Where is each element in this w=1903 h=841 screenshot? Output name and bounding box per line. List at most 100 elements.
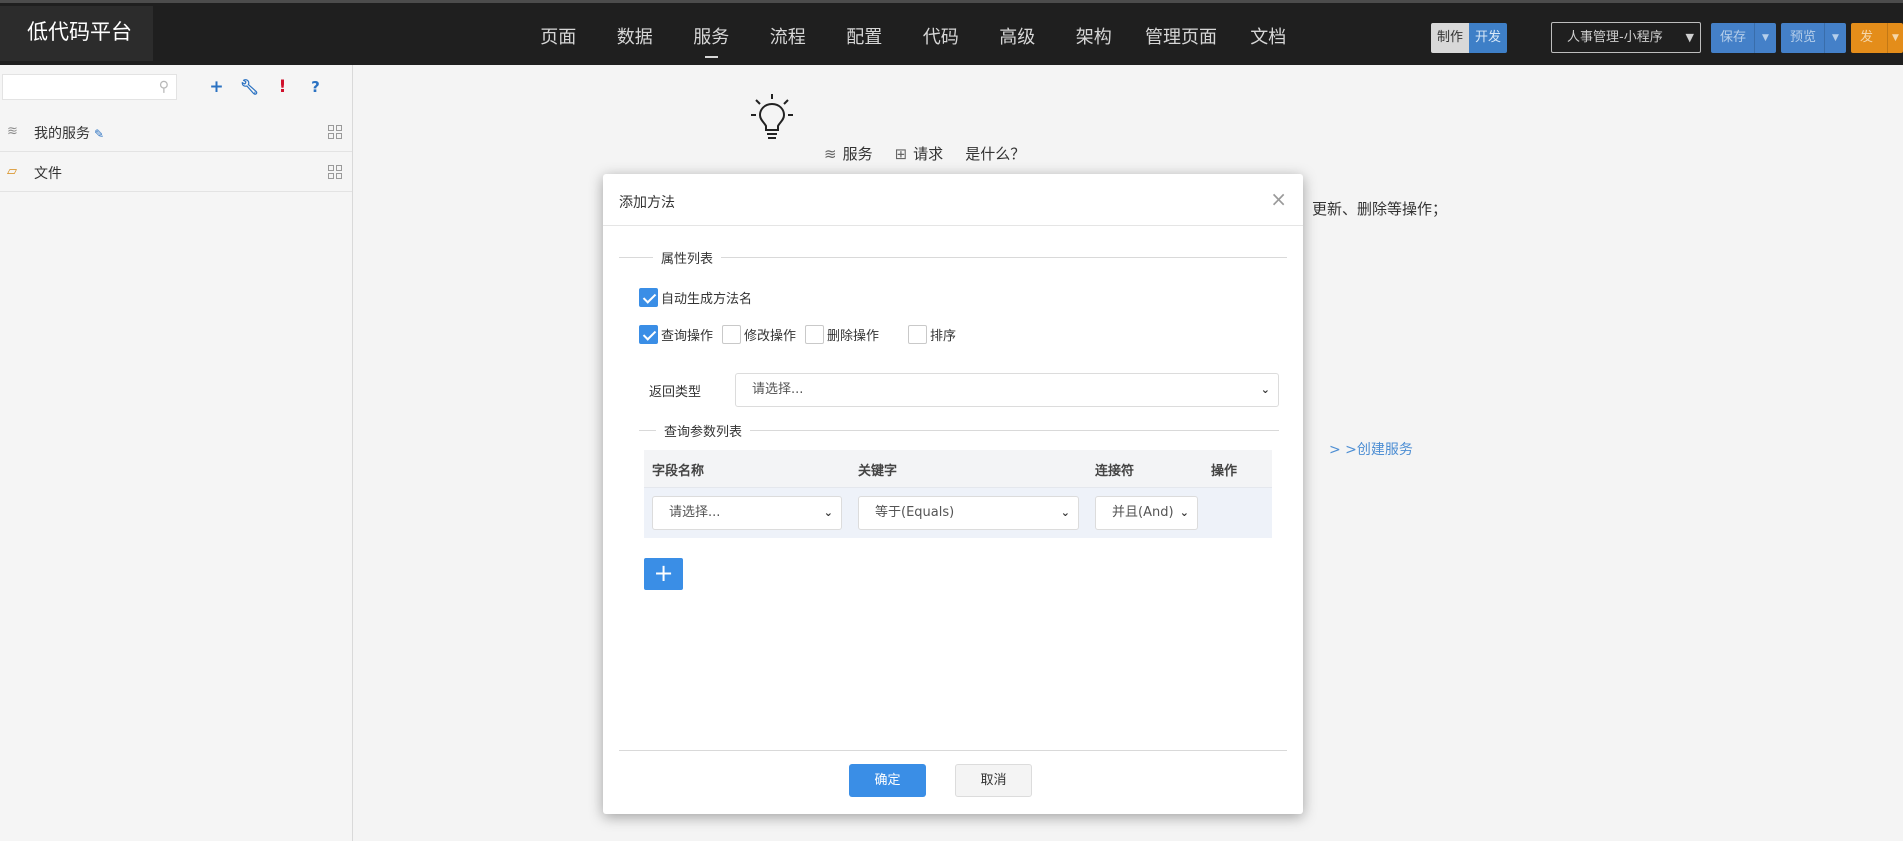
lightbulb-icon [751,94,793,139]
chevron-down-icon: ⌄ [1177,497,1189,529]
query-params-table: 字段名称 关键字 连接符 操作 请选择... ⌄ 等于(Equals) ⌄ 并且… [644,450,1272,538]
connector-select[interactable]: 并且(And) ⌄ [1095,496,1198,530]
mode-dev-button[interactable]: 开发 [1469,23,1508,53]
wrench-icon[interactable]: 🔧︎ [236,74,263,101]
add-param-row-button[interactable]: + [644,558,683,590]
project-select-value: 人事管理-小程序 [1567,30,1663,45]
field-name-select[interactable]: 请选择... ⌄ [652,496,842,530]
sidebar: ⚲ + 🔧︎ ! ? ≋ 我的服务 ✎ ▱ 文件 [0,65,353,841]
create-service-link[interactable]: > >创建服务 [1329,439,1413,459]
column-header-keyword: 关键字 [858,464,898,479]
save-button-group: 保存 ▼ [1711,23,1777,53]
nav-item-service[interactable]: 服务 [673,6,750,66]
return-type-label: 返回类型 [649,385,702,400]
checkbox-checked-icon[interactable] [639,325,658,344]
nav-item-admin-page[interactable]: 管理页面 [1132,6,1230,66]
nav-item-flow[interactable]: 流程 [750,6,827,66]
chevron-down-icon: ⌄ [1060,506,1070,519]
add-method-dialog: 添加方法 × 属性列表 自动生成方法名 查询操作 修改操作 删除操作 排序 返回… [603,174,1303,814]
update-op-checkbox[interactable]: 修改操作 [722,325,796,344]
sidebar-item-my-services[interactable]: ≋ 我的服务 ✎ [0,113,352,152]
checkbox-unchecked-icon[interactable] [908,325,927,344]
layers-icon: ≋ [824,145,837,163]
sidebar-item-label: 我的服务 [34,126,90,142]
sort-checkbox[interactable]: 排序 [908,325,956,344]
alert-icon[interactable]: ! [269,74,296,101]
checkbox-unchecked-icon[interactable] [805,325,824,344]
keyword-select[interactable]: 等于(Equals) ⌄ [858,496,1079,530]
nav-item-code[interactable]: 代码 [903,6,980,66]
service-description: 、更新、删除等操作； [1297,200,1448,218]
return-type-select[interactable]: 请选择... ⌄ [735,373,1279,407]
section-params-legend: 查询参数列表 [639,421,1279,440]
dialog-title: 添加方法 [619,195,675,211]
mode-make-button[interactable]: 制作 [1431,23,1470,53]
sort-label: 排序 [930,329,957,344]
close-icon[interactable]: × [1270,187,1287,211]
save-button[interactable]: 保存 [1711,23,1754,53]
sidebar-item-files[interactable]: ▱ 文件 [0,153,352,192]
mode-toggle: 制作 开发 [1431,23,1508,53]
sidebar-toolbar: + 🔧︎ ! ? [203,74,329,101]
nav-item-architecture[interactable]: 架构 [1056,6,1133,66]
info-link-what-is[interactable]: 是什么？ [965,143,1025,164]
info-links: ≋ 服务 ⊞ 请求 是什么？ [824,143,1025,164]
grid-icon: ⊞ [894,145,908,163]
table-row: 请选择... ⌄ 等于(Equals) ⌄ 并且(And) ⌄ [644,488,1272,538]
top-bar: 低代码平台 页面 数据 服务 流程 配置 代码 高级 架构 管理页面 文档 制作… [0,0,1903,65]
nav-item-config[interactable]: 配置 [826,6,903,66]
help-icon[interactable]: ? [302,74,329,101]
preview-dropdown-caret-icon[interactable]: ▼ [1824,23,1846,53]
table-header: 字段名称 关键字 连接符 操作 [644,450,1272,488]
section-title: 属性列表 [653,248,722,267]
nav-item-docs[interactable]: 文档 [1230,6,1307,66]
dialog-header: 添加方法 × [603,174,1303,226]
auto-name-checkbox[interactable]: 自动生成方法名 [639,288,752,307]
publish-button-group: 发布 ▼ [1851,23,1903,53]
return-type-value: 请选择... [752,382,804,397]
grid-icon[interactable] [328,165,342,179]
section-title: 查询参数列表 [656,421,751,440]
preview-button[interactable]: 预览 [1781,23,1824,53]
folder-open-icon: ▱ [7,164,17,179]
search-icon[interactable]: ⚲ [159,79,169,95]
delete-op-label: 删除操作 [827,329,880,344]
query-op-label: 查询操作 [661,329,714,344]
pencil-icon[interactable]: ✎ [94,127,104,141]
connector-value: 并且(And) [1112,505,1174,520]
sidebar-search-input[interactable]: ⚲ [2,74,177,100]
column-header-actions: 操作 [1211,464,1238,479]
sidebar-item-label: 文件 [34,166,62,182]
preview-button-group: 预览 ▼ [1781,23,1847,53]
keyword-value: 等于(Equals) [875,505,955,520]
delete-op-checkbox[interactable]: 删除操作 [805,325,879,344]
auto-name-label: 自动生成方法名 [661,292,753,307]
confirm-button[interactable]: 确定 [849,764,926,797]
publish-button[interactable]: 发布 [1851,23,1887,53]
app-brand: 低代码平台 [0,6,153,61]
add-icon[interactable]: + [203,74,230,101]
main-nav: 页面 数据 服务 流程 配置 代码 高级 架构 管理页面 文档 [520,6,1307,66]
chevron-down-icon: ⌄ [1260,383,1270,396]
grid-icon[interactable] [328,125,342,139]
publish-dropdown-caret-icon[interactable]: ▼ [1886,23,1903,53]
chevron-down-icon: ▼ [1685,31,1694,44]
checkbox-unchecked-icon[interactable] [722,325,741,344]
cancel-button[interactable]: 取消 [955,764,1032,797]
footer-divider [619,750,1287,751]
layers-icon: ≋ [7,124,18,139]
nav-item-page[interactable]: 页面 [520,6,597,66]
field-name-value: 请选择... [669,505,721,520]
nav-item-data[interactable]: 数据 [597,6,674,66]
save-dropdown-caret-icon[interactable]: ▼ [1754,23,1776,53]
column-header-field: 字段名称 [652,464,705,479]
project-select[interactable]: 人事管理-小程序 ▼ [1551,22,1701,53]
info-link-request[interactable]: ⊞ 请求 [895,143,944,164]
chevron-down-icon: ⌄ [823,506,833,519]
section-attr-legend: 属性列表 [619,248,1287,267]
column-header-connector: 连接符 [1095,464,1135,479]
checkbox-checked-icon[interactable] [639,288,658,307]
info-link-service[interactable]: ≋ 服务 [824,143,873,164]
query-op-checkbox[interactable]: 查询操作 [639,325,713,344]
nav-item-advanced[interactable]: 高级 [979,6,1056,66]
